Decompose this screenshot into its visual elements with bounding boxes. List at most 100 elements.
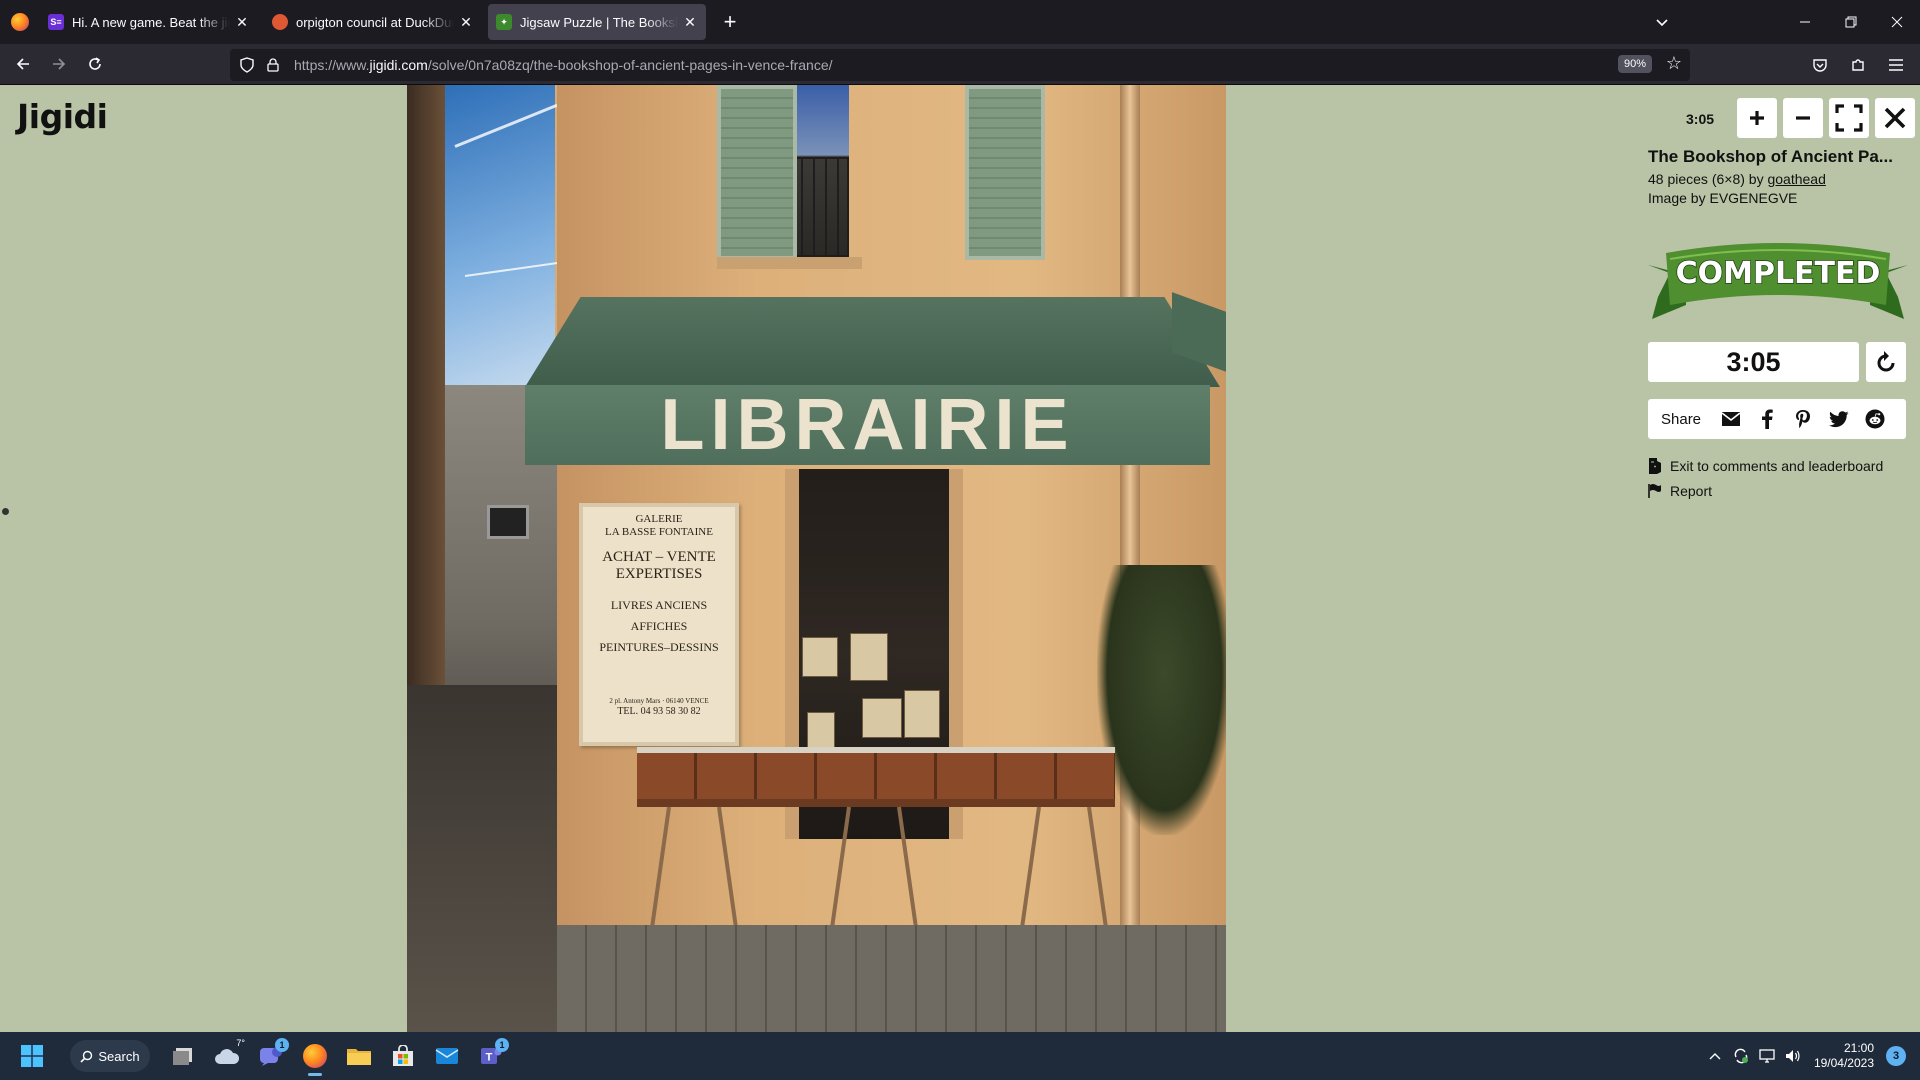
fullscreen-button[interactable] bbox=[1829, 98, 1869, 138]
exit-link-label: Exit to comments and leaderboard bbox=[1670, 458, 1884, 474]
teams-badge: 1 bbox=[495, 1038, 509, 1052]
email-share-button[interactable] bbox=[1713, 399, 1749, 439]
sign-line: LA BASSE FONTAINE bbox=[605, 526, 713, 538]
reddit-share-button[interactable] bbox=[1857, 399, 1893, 439]
sync-tray-button[interactable] bbox=[1728, 1032, 1754, 1080]
page: Jigidi LIBRAIRIE GALERIE LA BASSE FONTAI… bbox=[0, 85, 1920, 1032]
share-label: Share bbox=[1661, 410, 1702, 428]
show-hidden-icons-button[interactable] bbox=[1702, 1032, 1728, 1080]
close-icon[interactable]: ✕ bbox=[234, 14, 250, 30]
alley-ground bbox=[407, 685, 567, 1032]
shield-icon[interactable] bbox=[234, 49, 260, 81]
pocket-button[interactable] bbox=[1802, 49, 1838, 81]
zoom-out-button[interactable] bbox=[1783, 98, 1823, 138]
barred-window bbox=[487, 505, 529, 539]
facebook-share-button[interactable] bbox=[1749, 399, 1785, 439]
zoom-indicator[interactable]: 90% bbox=[1617, 55, 1652, 73]
url-text[interactable]: https://www.jigidi.com/solve/0n7a08zq/th… bbox=[294, 57, 833, 73]
timer-display: 3:05 bbox=[1648, 342, 1859, 382]
sign-line: PEINTURES–DESSINS bbox=[599, 640, 719, 654]
file-explorer-button[interactable] bbox=[339, 1036, 379, 1076]
notification-badge[interactable]: 3 bbox=[1886, 1046, 1906, 1066]
back-button[interactable] bbox=[6, 48, 40, 80]
puzzle-image[interactable]: LIBRAIRIE GALERIE LA BASSE FONTAINE ACHA… bbox=[407, 85, 1226, 1032]
author-link[interactable]: goathead bbox=[1767, 171, 1825, 187]
report-link[interactable]: Report bbox=[1648, 483, 1712, 499]
firefox-view-button[interactable] bbox=[0, 0, 40, 44]
sky bbox=[445, 85, 584, 405]
star-icon[interactable]: ☆ bbox=[1666, 53, 1682, 74]
chevron-down-icon bbox=[1656, 19, 1668, 27]
taskbar-search[interactable]: Search bbox=[70, 1040, 150, 1072]
tab-bar: S≡ Hi. A new game. Beat the jigsaw ✕ orp… bbox=[0, 0, 1920, 44]
search-label: Search bbox=[98, 1048, 140, 1064]
mail-button[interactable] bbox=[427, 1036, 467, 1076]
teams-button[interactable]: T 1 bbox=[471, 1036, 511, 1076]
clock[interactable]: 21:00 19/04/2023 bbox=[1814, 1041, 1874, 1071]
url-prefix: https://www. bbox=[294, 57, 370, 73]
restart-icon bbox=[1877, 351, 1895, 372]
puzzle-controls: 3:05 bbox=[1633, 98, 1920, 140]
sign-line: ACHAT – VENTE bbox=[602, 549, 716, 565]
jigidi-logo[interactable]: Jigidi bbox=[17, 97, 108, 136]
close-icon[interactable]: ✕ bbox=[458, 14, 474, 30]
folder-icon bbox=[347, 1049, 371, 1065]
exit-to-comments-link[interactable]: Exit to comments and leaderboard bbox=[1648, 457, 1883, 475]
list-all-tabs-button[interactable] bbox=[1642, 0, 1682, 44]
pinterest-share-button[interactable] bbox=[1785, 399, 1821, 439]
share-bar: Share bbox=[1648, 399, 1906, 439]
restart-button[interactable] bbox=[1866, 342, 1906, 382]
network-tray-button[interactable] bbox=[1754, 1032, 1780, 1080]
volume-tray-button[interactable] bbox=[1780, 1032, 1806, 1080]
sign-line: LIVRES ANCIENS bbox=[610, 598, 708, 612]
close-puzzle-button[interactable] bbox=[1875, 98, 1915, 138]
pieces-text: 48 pieces (6×8) by bbox=[1648, 171, 1768, 187]
plus-icon bbox=[1750, 111, 1764, 125]
banner-text: COMPLETED bbox=[1676, 256, 1881, 291]
close-icon[interactable]: ✕ bbox=[682, 14, 698, 30]
firefox-taskbar-button[interactable] bbox=[295, 1036, 335, 1076]
search-icon bbox=[80, 1050, 93, 1063]
close-icon bbox=[1891, 16, 1903, 28]
tab-jigsaw-puzzle[interactable]: ✦ Jigsaw Puzzle | The Bookshop of Ancien… bbox=[488, 4, 706, 40]
menu-button[interactable] bbox=[1878, 49, 1914, 81]
shutter-left bbox=[717, 85, 797, 260]
microsoft-store-button[interactable] bbox=[383, 1036, 423, 1076]
url-path: /solve/0n7a08zq/the-bookshop-of-ancient-… bbox=[427, 57, 833, 73]
reload-button[interactable] bbox=[78, 48, 112, 80]
twitter-share-button[interactable] bbox=[1821, 399, 1857, 439]
windows-icon bbox=[21, 1045, 43, 1067]
teams-badge: 1 bbox=[275, 1038, 289, 1052]
sign-line: AFFICHES bbox=[630, 619, 688, 633]
extensions-button[interactable] bbox=[1840, 49, 1876, 81]
timer-small: 3:05 bbox=[1686, 111, 1715, 127]
arrow-right-icon bbox=[53, 58, 66, 70]
lock-icon[interactable] bbox=[260, 49, 286, 81]
book bbox=[850, 633, 888, 681]
url-bar[interactable]: https://www.jigidi.com/solve/0n7a08zq/th… bbox=[230, 49, 1690, 81]
tab-title: Jigsaw Puzzle | The Bookshop of Ancient … bbox=[520, 14, 678, 30]
tab-beat-the-jigsaw[interactable]: S≡ Hi. A new game. Beat the jigsaw ✕ bbox=[40, 4, 258, 40]
restore-button[interactable] bbox=[1828, 0, 1874, 44]
system-tray: 21:00 19/04/2023 3 bbox=[1702, 1032, 1920, 1080]
speaker-icon bbox=[1785, 1050, 1800, 1062]
start-button[interactable] bbox=[12, 1036, 52, 1076]
zoom-in-button[interactable] bbox=[1737, 98, 1777, 138]
weather-widget[interactable]: 7° bbox=[207, 1036, 247, 1076]
tab-duckduckgo[interactable]: orpigton council at DuckDuckGo ✕ bbox=[264, 4, 482, 40]
minimize-icon bbox=[1800, 21, 1810, 23]
puzzle-title: The Bookshop of Ancient Pa... bbox=[1648, 147, 1893, 166]
forward-button[interactable] bbox=[42, 48, 76, 80]
task-view-button[interactable] bbox=[163, 1036, 203, 1076]
teams-chat-button[interactable]: 1 bbox=[251, 1036, 291, 1076]
pinterest-icon bbox=[1796, 410, 1811, 428]
pocket-icon bbox=[1813, 58, 1827, 72]
close-window-button[interactable] bbox=[1874, 0, 1920, 44]
minimize-button[interactable] bbox=[1782, 0, 1828, 44]
new-tab-button[interactable]: + bbox=[714, 6, 746, 38]
puzzle-panel: 3:05 The Bookshop of Ancient Pa... 48 pi… bbox=[1633, 85, 1920, 1032]
reddit-icon bbox=[1865, 409, 1885, 429]
awning-text: LIBRAIRIE bbox=[660, 385, 1075, 465]
gallery-sign: GALERIE LA BASSE FONTAINE ACHAT – VENTE … bbox=[579, 503, 739, 746]
minus-icon bbox=[1796, 116, 1810, 120]
